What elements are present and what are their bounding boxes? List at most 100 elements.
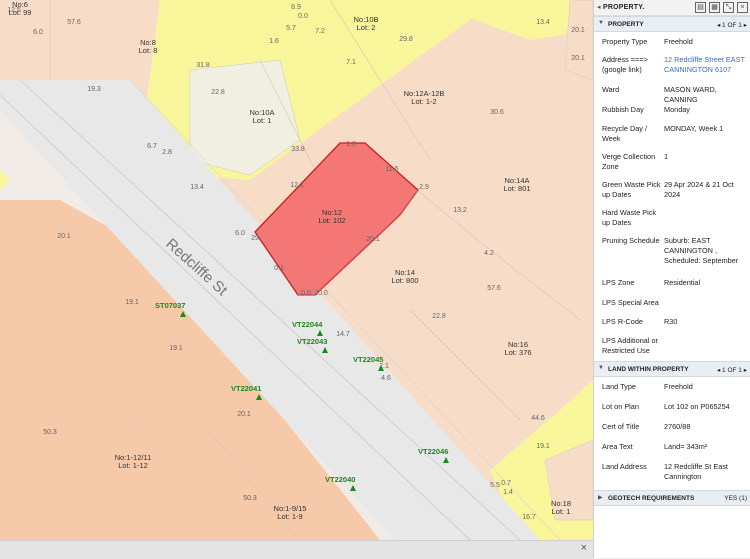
dimension-label: 0.7 [501, 480, 511, 487]
dimension-label: 0.1 [274, 265, 284, 272]
document-icon[interactable]: ▤ [695, 2, 706, 13]
panel-row: Pruning Schedule Suburb: EAST CANNINGTON … [594, 236, 750, 278]
row-key: Green Waste Pick up Dates [602, 180, 661, 199]
property-rows: Property Type Freehold Address ===> (googl… [594, 32, 750, 358]
dimension-label: 44.6 [531, 415, 545, 422]
panel-row: Property Type Freehold [594, 37, 750, 55]
lot-id-label: Lot: 801 [503, 184, 530, 193]
panel-row: LPS Zone Residential [594, 278, 750, 298]
dimension-label: 20.1 [57, 233, 71, 240]
dimension-label: 8.9 [291, 4, 301, 11]
dimension-label: 33.8 [291, 146, 305, 153]
lot-id-label: Lot: 1-9 [277, 512, 302, 521]
panel-title: PROPERTY. [603, 4, 645, 11]
map-view[interactable]: No:6 Lot: 99 No:8 Lot: 8 No:10B Lot: 2 No:10A L… [0, 0, 593, 540]
dimension-label: 20.1 [237, 411, 251, 418]
land-section-header[interactable]: ▼ LAND WITHIN PROPERTY ◂ 1 OF 1 ▸ [594, 361, 750, 377]
lot-id-label: Lot: 1 [552, 507, 571, 516]
dimension-label: 14.7 [336, 331, 350, 338]
row-value: Residential [664, 278, 701, 287]
dimension-label: 30.6 [490, 109, 504, 116]
dimension-label: 1.4 [503, 489, 513, 496]
panel-row: Land Type Freehold [594, 382, 750, 402]
dimension-label: 13.4 [190, 184, 204, 191]
row-key: Hard Waste Pick up Dates [602, 208, 657, 227]
dimension-label: 13.4 [536, 19, 550, 26]
dimension-label: 16.7 [522, 514, 536, 521]
geotech-status: YES (1) [724, 494, 747, 502]
close-icon[interactable]: × [581, 542, 587, 554]
property-section-title: PROPERTY [608, 20, 644, 28]
dimension-label: 19.1 [536, 443, 550, 450]
row-value: 12 Redcliffe St East Cannington [664, 462, 728, 481]
dimension-label: 12.5 [7, 7, 21, 14]
panel-row: Lot on Plan Lot 102 on P065254 [594, 402, 750, 422]
dimension-label: 2.9 [419, 184, 429, 191]
dimension-label: 20.1 [366, 236, 380, 243]
lot-id-label: Lot: 376 [504, 348, 531, 357]
row-value [664, 336, 747, 358]
row-key: Pruning Schedule [602, 236, 660, 245]
row-value: MONDAY, Week 1 [664, 124, 724, 133]
panel-row: Cert of Title 2760/88 [594, 422, 750, 442]
row-value: 29 Apr 2024 & 21 Oct 2024 [664, 180, 734, 199]
row-key: LPS Zone [602, 278, 635, 287]
row-value [664, 208, 747, 236]
lot-id-label: Lot: 1-12 [118, 461, 148, 470]
panel-row: Hard Waste Pick up Dates [594, 208, 750, 236]
panel-row: Area Text Land= 343m² [594, 442, 750, 462]
dimension-label: 57.6 [67, 19, 81, 26]
row-key: Ward [602, 85, 620, 94]
dimension-label: 13.2 [453, 207, 467, 214]
chevron-down-icon[interactable]: ▼ [598, 20, 604, 26]
panel-row: LPS R-Code R30 [594, 317, 750, 336]
dimension-label: 29 [251, 235, 259, 242]
dimension-label: 20.1 [571, 55, 585, 62]
chevron-down-icon[interactable]: ▼ [598, 365, 604, 371]
dimension-label: 19.3 [87, 86, 101, 93]
dimension-label: 22.8 [432, 313, 446, 320]
dimension-label: 7.1 [346, 59, 356, 66]
lot-id-label: Lot: 102 [318, 216, 345, 225]
dimension-label: 5.7 [286, 25, 296, 32]
row-value [664, 298, 747, 317]
row-value: 1 [664, 152, 669, 161]
caret-left-icon[interactable]: ◂ [597, 3, 601, 11]
row-key: Address ===> (google link) [602, 55, 648, 74]
lot-id-label: Lot: 8 [139, 46, 158, 55]
geotech-section-header[interactable]: ▶ GEOTECH REQUIREMENTS YES (1) [594, 490, 750, 506]
row-value: 2760/88 [664, 422, 691, 431]
panel-row: LPS Special Area [594, 298, 750, 317]
lot-id-label: Lot: 800 [391, 276, 418, 285]
row-value: R30 [664, 317, 678, 326]
land-pager-text: 1 OF 1 [722, 366, 742, 374]
row-key: Lot on Plan [602, 402, 639, 411]
dimension-label: 6.7 [147, 143, 157, 150]
address-link[interactable]: 12 Redcliffe Street EAST CANNINGTON 6107 [664, 55, 747, 85]
dimension-label: 20.1 [571, 27, 585, 34]
dimension-label: 0.0 [298, 13, 308, 20]
panel-row: Ward MASON WARD, CANNING [594, 85, 750, 105]
expand-icon[interactable]: ⤡ [723, 2, 734, 13]
panel-row: Land Address 12 Redcliffe St East Canning… [594, 462, 750, 484]
land-section-pager[interactable]: ◂ 1 OF 1 ▸ [717, 366, 747, 374]
row-key: LPS Special Area [602, 298, 659, 307]
tree-id-label: VT22043 [297, 337, 327, 346]
row-value: Freehold [664, 382, 693, 391]
dimension-label: 57.6 [487, 285, 501, 292]
dimension-label: 1.6 [269, 38, 279, 45]
tree-id-label: ST07037 [155, 301, 185, 310]
dimension-label: 4.2 [484, 250, 494, 257]
lot-id-label: Lot: 1 [253, 116, 272, 125]
dimension-label: 6.0 [33, 29, 43, 36]
map-canvas[interactable]: No:6Lot: 99No:8Lot: 8No:10BLot: 2No:10AL… [0, 0, 593, 540]
property-section-header[interactable]: ▼ PROPERTY ◂ 1 OF 1 ▸ [594, 16, 750, 32]
panel-row: Recycle Day / Week MONDAY, Week 1 [594, 124, 750, 152]
row-key: Land Address [602, 462, 647, 471]
dimension-label: 4.6 [381, 375, 391, 382]
table-icon[interactable]: ▦ [709, 2, 720, 13]
close-panel-icon[interactable]: × [737, 2, 748, 13]
property-section-pager[interactable]: ◂ 1 OF 1 ▸ [717, 21, 747, 29]
tree-id-label: VT22041 [231, 384, 261, 393]
chevron-right-icon[interactable]: ▶ [598, 494, 603, 501]
